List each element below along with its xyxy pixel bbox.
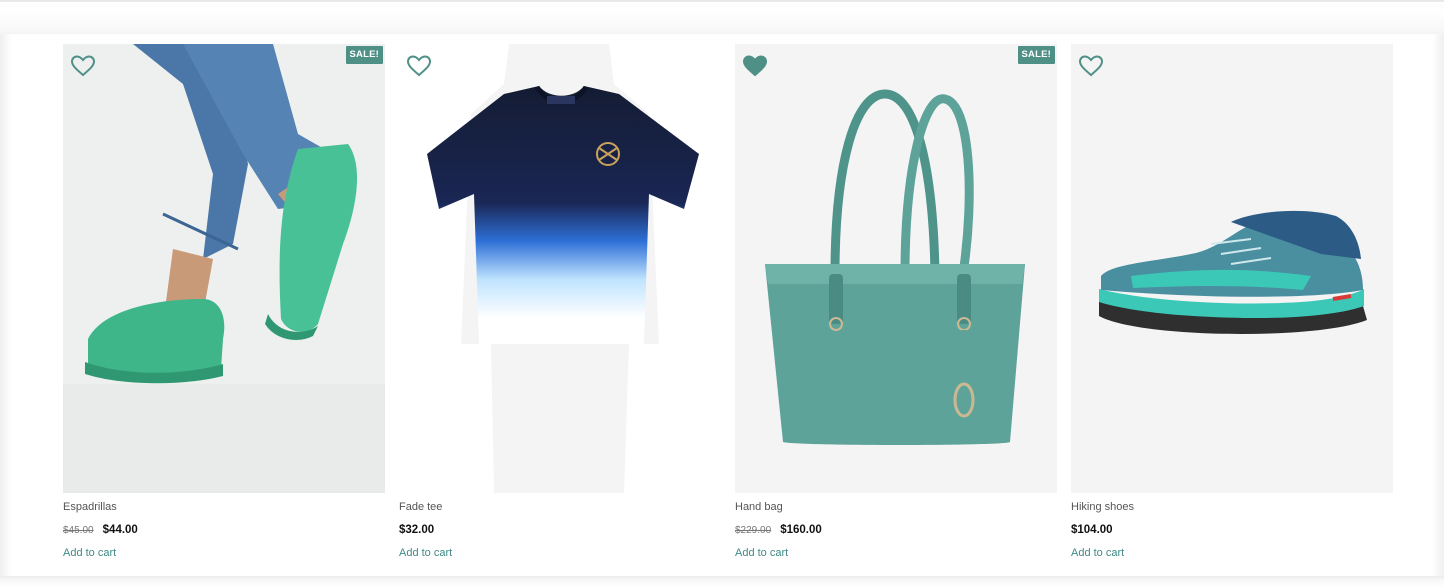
product-name[interactable]: Espadrillas (63, 501, 117, 513)
sale-badge: SALE! (1017, 46, 1055, 64)
tshirt-photo (399, 44, 721, 493)
old-price: $45.00 (63, 525, 94, 536)
product-price: $45.00 $44.00 (63, 524, 138, 536)
right-edge-shadow (1432, 34, 1444, 576)
product-grid: SALE! Espadrillas $45.00 $44.00 Add to c… (63, 44, 1395, 574)
hiking-shoe-photo (1071, 44, 1393, 493)
heart-outline-icon[interactable] (1078, 54, 1104, 78)
product-image[interactable] (399, 44, 721, 493)
product-name[interactable]: Hand bag (735, 501, 783, 513)
espadrilles-photo (63, 44, 385, 493)
current-price: $160.00 (780, 524, 822, 536)
heart-outline-icon[interactable] (406, 54, 432, 78)
sale-badge: SALE! (345, 46, 383, 64)
current-price: $32.00 (399, 524, 435, 536)
product-price: $229.00 $160.00 (735, 524, 822, 536)
product-card: Hiking shoes $104.00 Add to cart (1071, 44, 1393, 574)
current-price: $44.00 (102, 524, 138, 536)
heart-filled-icon[interactable] (742, 54, 768, 78)
bottom-edge (0, 576, 1444, 588)
product-image[interactable]: SALE! (735, 44, 1057, 493)
product-card: Fade tee $32.00 Add to cart (399, 44, 721, 574)
product-image[interactable] (1071, 44, 1393, 493)
add-to-cart-button[interactable]: Add to cart (399, 547, 452, 559)
add-to-cart-button[interactable]: Add to cart (1071, 547, 1124, 559)
add-to-cart-button[interactable]: Add to cart (63, 547, 116, 559)
handbag-photo (735, 44, 1057, 493)
product-name[interactable]: Hiking shoes (1071, 501, 1134, 513)
product-price: $32.00 (399, 524, 434, 536)
heart-outline-icon[interactable] (70, 54, 96, 78)
top-band (0, 0, 1444, 34)
current-price: $104.00 (1071, 524, 1113, 536)
add-to-cart-button[interactable]: Add to cart (735, 547, 788, 559)
left-edge-shadow (0, 34, 12, 576)
product-image[interactable]: SALE! (63, 44, 385, 493)
old-price: $229.00 (735, 525, 772, 536)
product-card: SALE! Hand bag $229.00 $160.00 Add to ca… (735, 44, 1057, 574)
product-card: SALE! Espadrillas $45.00 $44.00 Add to c… (63, 44, 385, 574)
product-price: $104.00 (1071, 524, 1113, 536)
product-name[interactable]: Fade tee (399, 501, 442, 513)
